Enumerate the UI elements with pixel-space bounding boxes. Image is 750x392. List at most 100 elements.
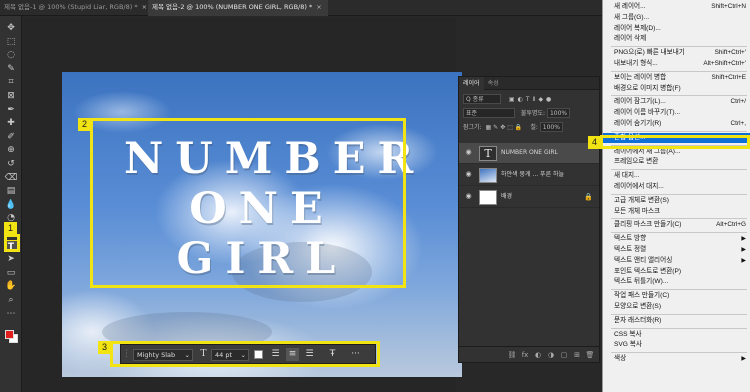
menu-item[interactable]: 모든 개체 마스크: [603, 207, 750, 217]
menu-separator: [611, 95, 747, 97]
tab-document-2-label: 제목 없음-2 @ 100% (NUMBER ONE GIRL, RGB/8) …: [152, 3, 313, 11]
menu-item[interactable]: 레이어 복제(D)...: [603, 24, 750, 34]
menu-item[interactable]: 모양으로 변환(S): [603, 302, 750, 312]
menu-item[interactable]: 색상 ▶: [603, 354, 750, 364]
menu-item[interactable]: SVG 복사: [603, 340, 750, 350]
eye-icon[interactable]: ◉: [464, 170, 473, 179]
foreground-color-swatch[interactable]: [5, 330, 14, 339]
group-icon[interactable]: ▢: [559, 350, 569, 360]
hand-icon[interactable]: ✋: [4, 280, 18, 292]
menu-item[interactable]: 고급 개체로 변환(S): [603, 196, 750, 206]
blend-row: 표준 불투명도: 100%: [463, 108, 595, 119]
menu-separator: [611, 130, 747, 132]
path-select-icon[interactable]: ➤: [4, 253, 18, 265]
menu-item[interactable]: 레이어 이름 바꾸기(T)...: [603, 108, 750, 118]
eye-icon[interactable]: ◉: [464, 148, 473, 157]
menu-item[interactable]: 새 그룹(G)...: [603, 13, 750, 23]
menu-item[interactable]: 텍스트 뒤틀기(W)...: [603, 277, 750, 287]
menu-item[interactable]: 레이어 숨기기(R) Ctrl+,: [603, 119, 750, 129]
menu-item[interactable]: 포인트 텍스트로 변환(P): [603, 267, 750, 277]
filter-icons[interactable]: ▣◐TⅡ◆●: [509, 96, 554, 103]
menu-item-label: 레이어 복제(D)...: [614, 24, 661, 32]
menu-item[interactable]: 클리핑 마스크 만들기(C) Alt+Ctrl+G: [603, 220, 750, 230]
menu-item[interactable]: 내보내기 형식... Alt+Shift+Ctrl+': [603, 59, 750, 69]
menu-item[interactable]: 레이어 잠그기(L)... Ctrl+/: [603, 97, 750, 107]
tab-document-1-label: 제목 없음-1 @ 100% (Stupid Liar, RGB/8) *: [4, 3, 138, 11]
tab-document-2[interactable]: 제목 없음-2 @ 100% (NUMBER ONE GIRL, RGB/8) …: [148, 0, 328, 16]
menu-item[interactable]: 레이어에서 대지...: [603, 182, 750, 192]
tab-layers[interactable]: 레이어: [459, 77, 484, 90]
adjustment-icon[interactable]: ◑: [546, 350, 556, 360]
menu-item[interactable]: 텍스트 정렬 ▶: [603, 245, 750, 255]
lasso-icon[interactable]: ◌: [4, 49, 18, 61]
tab-properties[interactable]: 속성: [484, 77, 503, 90]
menu-item-shortcut: Ctrl+/: [730, 98, 746, 106]
menu-separator: [611, 313, 747, 315]
menu-item-label: 배경으로 이미지 병합(F): [614, 84, 681, 92]
blur-icon[interactable]: 💧: [4, 199, 18, 211]
menu-item-label: 포인트 텍스트로 변환(P): [614, 267, 682, 275]
background-layer-thumbnail: [479, 190, 497, 205]
zoom-icon[interactable]: ⌕: [4, 294, 18, 306]
menu-item-label: 모양으로 변환(S): [614, 303, 662, 310]
layer-row-text[interactable]: ◉ T NUMBER ONE GIRL: [459, 143, 599, 164]
layer-filter-row: Q 종류 ▣◐TⅡ◆●: [463, 94, 595, 105]
trash-icon[interactable]: 🗑: [585, 350, 595, 360]
menu-item[interactable]: 텍스트 방향 ▶: [603, 234, 750, 244]
menu-item-label: SVG 복사: [614, 341, 642, 349]
lock-row: 잠그기: ▦✎✥⬚🔒 칠: 100%: [463, 122, 595, 133]
fx-icon[interactable]: fx: [520, 350, 530, 360]
blend-mode-select[interactable]: 표준: [463, 108, 515, 118]
menu-item[interactable]: 보이는 레이어 병합 Shift+Ctrl+E: [603, 73, 750, 83]
annotation-box-1: [4, 234, 20, 252]
close-icon[interactable]: ×: [316, 3, 321, 11]
menu-separator: [611, 70, 747, 72]
gradient-icon[interactable]: ▤: [4, 185, 18, 197]
healing-icon[interactable]: ✚: [4, 117, 18, 129]
marquee-icon[interactable]: ⬚: [4, 36, 18, 48]
menu-item[interactable]: CSS 복사: [603, 330, 750, 340]
stamp-icon[interactable]: ⊕: [4, 144, 18, 156]
lock-icons[interactable]: ▦✎✥⬚🔒: [486, 124, 525, 131]
menu-item-shortcut: Shift+Ctrl+E: [711, 73, 746, 81]
more-icon[interactable]: ⋯: [4, 308, 18, 320]
menu-item-label: 색상: [614, 355, 627, 363]
layer-filter-select[interactable]: Q 종류: [463, 94, 501, 104]
eye-icon[interactable]: ◉: [464, 192, 473, 201]
menu-item[interactable]: 배경으로 이미지 병합(F): [603, 84, 750, 94]
opacity-label: 불투명도:: [520, 110, 546, 117]
mask-icon[interactable]: ◐: [533, 350, 543, 360]
history-brush-icon[interactable]: ↺: [4, 158, 18, 170]
new-layer-icon[interactable]: ⊞: [572, 350, 582, 360]
menu-item-label: 레이어에서 대지...: [614, 183, 664, 190]
menu-item[interactable]: 문자 래스터화(R): [603, 316, 750, 326]
layer-row-background[interactable]: ◉ 배경 🔒: [459, 187, 599, 208]
opacity-input[interactable]: 100%: [546, 108, 571, 118]
menu-item[interactable]: 작업 패스 만들기(C): [603, 291, 750, 301]
menu-item-label: 레이어 이름 바꾸기(T)...: [614, 109, 681, 117]
move-icon[interactable]: ✥: [4, 22, 18, 34]
menu-item[interactable]: 레이어 삭제: [603, 34, 750, 44]
fill-input[interactable]: 100%: [539, 122, 563, 132]
eyedropper-icon[interactable]: ✒: [4, 104, 18, 116]
crop-icon[interactable]: ⌗: [4, 76, 18, 88]
menu-item[interactable]: 프레임으로 변환: [603, 157, 750, 167]
menu-item[interactable]: 새 레이어... Shift+Ctrl+N: [603, 2, 750, 12]
close-icon[interactable]: ×: [142, 3, 147, 11]
layer-name: 배경: [501, 193, 513, 200]
quick-select-icon[interactable]: ✎: [4, 63, 18, 75]
menu-item-label: 새 레이어...: [614, 3, 646, 10]
eraser-icon[interactable]: ⌫: [4, 172, 18, 184]
menu-item[interactable]: 새 대지...: [603, 171, 750, 181]
menu-item[interactable]: 텍스트 앤티 앨리어싱 ▶: [603, 256, 750, 266]
layer-row-photo[interactable]: ◉ 하얀색 뭉게 ... 푸른 하늘: [459, 165, 599, 186]
menu-separator: [611, 218, 747, 220]
rectangle-icon[interactable]: ▭: [4, 267, 18, 279]
submenu-arrow-icon: ▶: [741, 247, 746, 253]
frame-icon[interactable]: ⊠: [4, 90, 18, 102]
link-icon[interactable]: ⛓: [507, 350, 517, 360]
tab-document-1[interactable]: 제목 없음-1 @ 100% (Stupid Liar, RGB/8) * ×: [0, 0, 147, 16]
brush-icon[interactable]: ✐: [4, 131, 18, 143]
submenu-arrow-icon: ▶: [741, 257, 746, 264]
menu-item[interactable]: PNG으(로) 빠른 내보내기 Shift+Ctrl+': [603, 48, 750, 58]
